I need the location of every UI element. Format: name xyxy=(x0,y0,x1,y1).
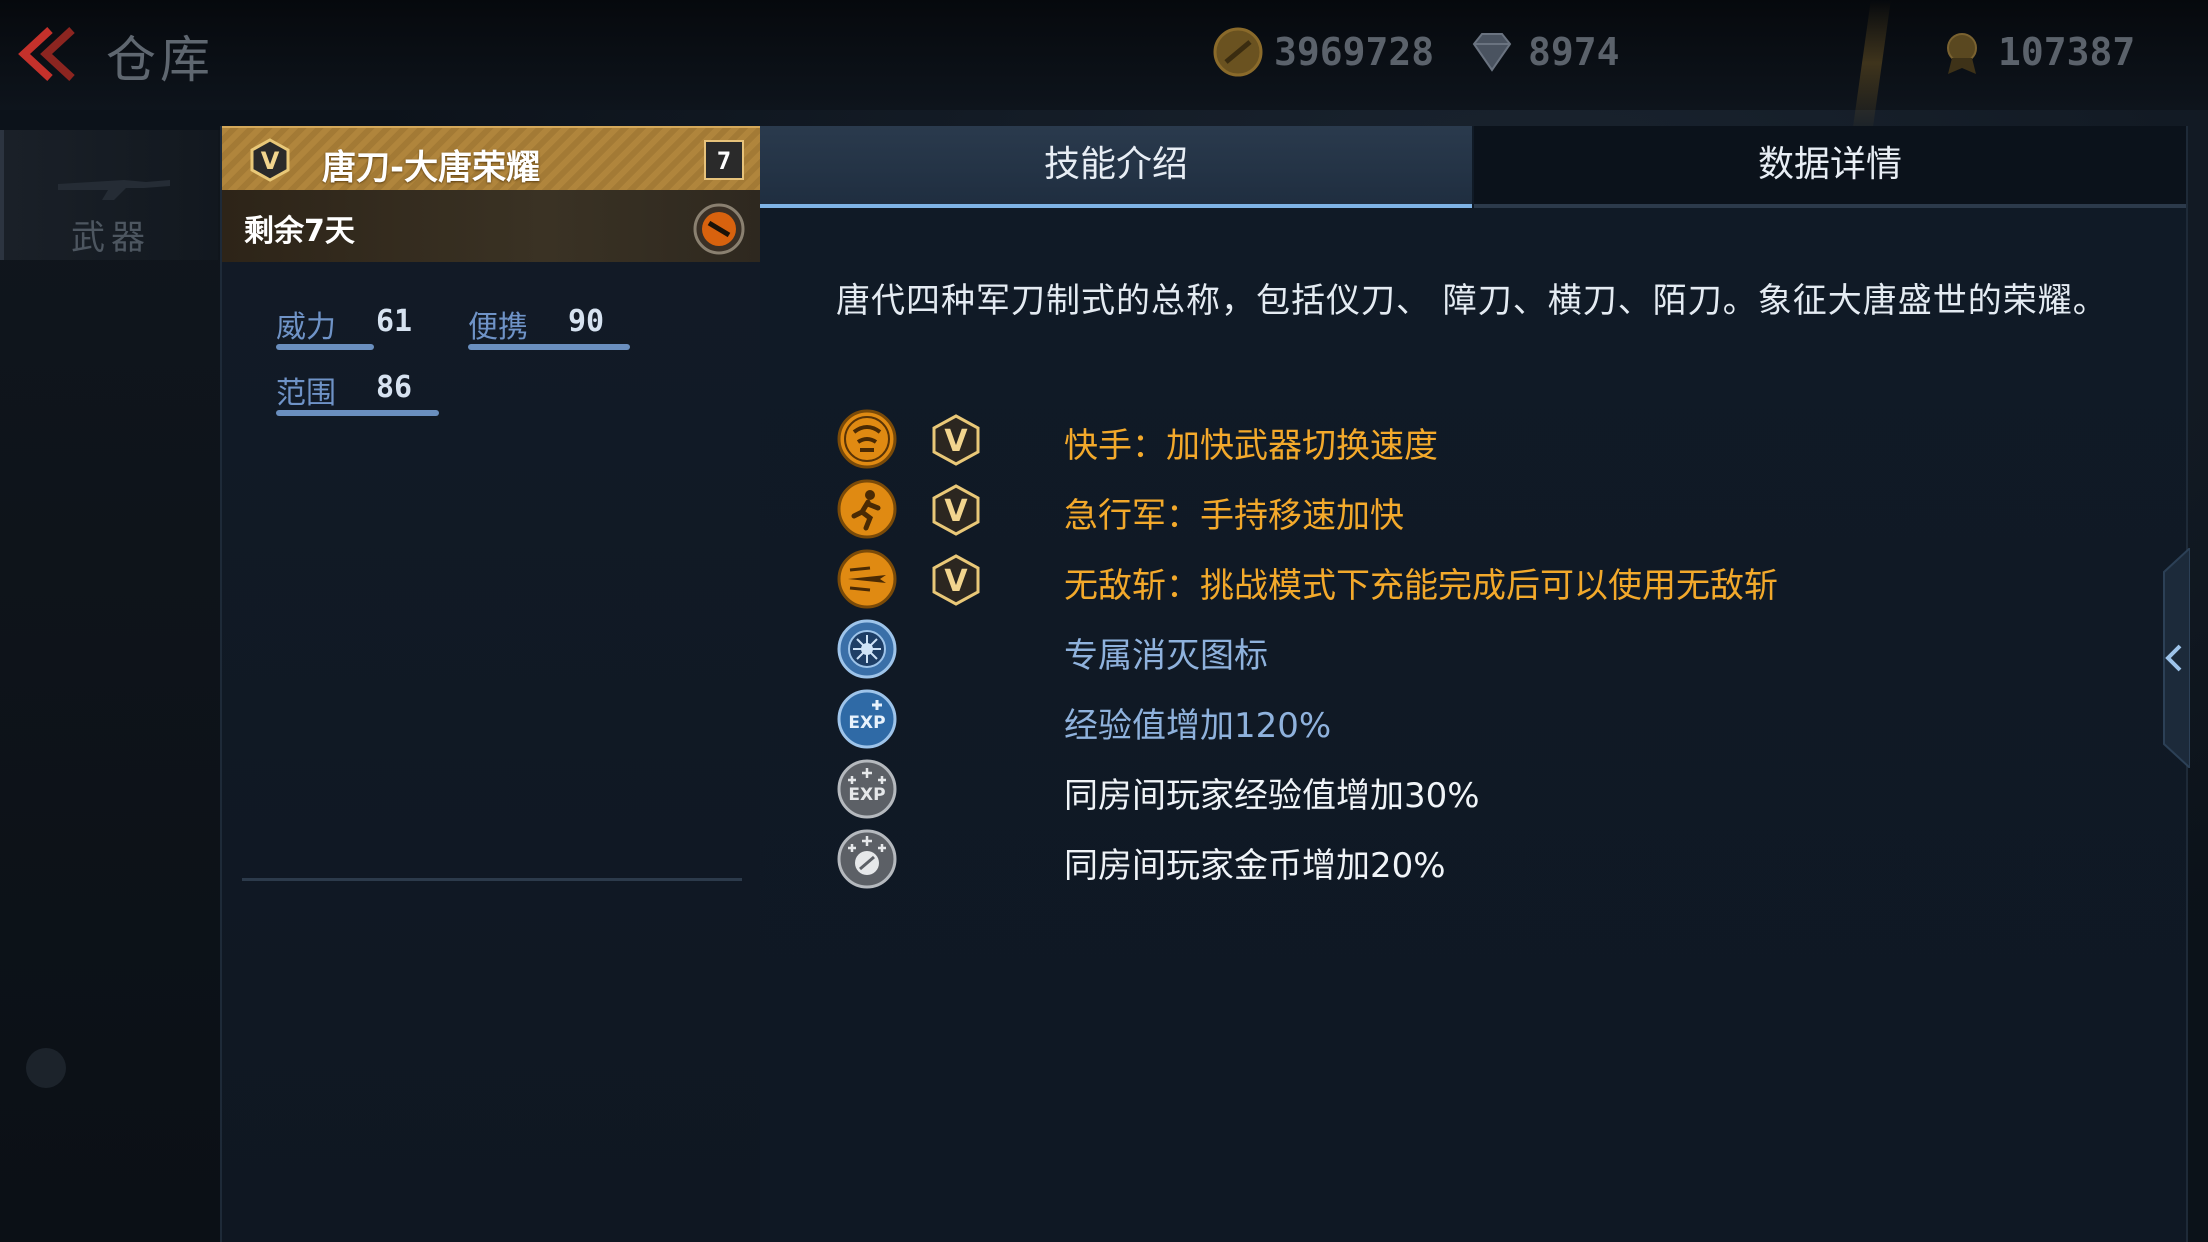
medal-balance: 107387 xyxy=(1936,26,2135,78)
weapon-detail-panel: V 唐刀-大唐荣耀 7 剩余7天 威力 61 便携 90 范围 86 xyxy=(220,126,764,1242)
svg-text:V: V xyxy=(944,564,968,599)
stat-label: 威力 xyxy=(276,310,336,345)
sidebar-item-label: 武器 xyxy=(71,218,151,258)
svg-text:EXP: EXP xyxy=(848,785,885,805)
medal-amount: 107387 xyxy=(1998,30,2136,74)
top-bar: 仓库 3969728 8974 107387 xyxy=(0,0,2208,126)
diamond-balance: 8974 xyxy=(1466,26,1620,78)
stat-portability: 便携 90 xyxy=(468,302,648,352)
tab-data-details[interactable]: 数据详情 xyxy=(1474,126,2186,208)
remaining-days: 剩余7天 xyxy=(244,214,355,249)
stat-value: 90 xyxy=(568,304,605,339)
vip-badge-icon: V xyxy=(932,414,980,466)
stat-label: 便携 xyxy=(468,310,528,345)
weapon-level-badge: 7 xyxy=(704,140,744,180)
category-sidebar: 武器 xyxy=(0,130,220,1242)
diamond-icon xyxy=(1472,33,1512,72)
skill-text: 急行军：手持移速加快 xyxy=(1064,496,1404,536)
skill-text: 同房间玩家金币增加20% xyxy=(1064,846,1446,886)
page-title: 仓库 xyxy=(106,31,214,89)
diamond-amount: 8974 xyxy=(1528,30,1620,74)
svg-text:EXP: EXP xyxy=(848,713,885,733)
svg-text:V: V xyxy=(944,494,968,529)
skill-text: 专属消灭图标 xyxy=(1064,636,1268,676)
divider xyxy=(242,878,742,881)
collapse-panel-handle[interactable] xyxy=(2150,548,2190,768)
stat-power: 威力 61 xyxy=(276,302,436,352)
expiry-bar: 剩余7天 xyxy=(222,190,762,262)
skill-text: 无敌斩：挑战模式下充能完成后可以使用无敌斩 xyxy=(1064,566,1778,606)
rifle-icon xyxy=(58,180,170,200)
info-panel: 技能介绍 数据详情 唐代四种军刀制式的总称，包括仪刀、 障刀、横刀、陌刀。象征大… xyxy=(760,126,2188,1242)
skill-row: 专属消灭图标 xyxy=(836,618,2036,680)
skill-row: V 快手：加快武器切换速度 xyxy=(836,408,2036,470)
stat-range: 范围 86 xyxy=(276,368,466,418)
vip-badge-icon: V xyxy=(250,138,290,182)
stat-bar xyxy=(276,344,374,350)
coin-icon xyxy=(1213,27,1263,77)
stat-bar xyxy=(468,344,630,350)
weapon-description: 唐代四种军刀制式的总称，包括仪刀、 障刀、横刀、陌刀。象征大唐盛世的荣耀。 xyxy=(836,281,2108,321)
skill-text: 快手：加快武器切换速度 xyxy=(1064,426,1438,466)
skill-row: EXP 同房间玩家经验值增加30% xyxy=(836,758,2036,820)
blade-slash-icon xyxy=(837,549,897,609)
skill-text: 经验值增加120% xyxy=(1064,706,1332,746)
skill-row: V 无敌斩：挑战模式下充能完成后可以使用无敌斩 xyxy=(836,548,2036,610)
skill-row: EXP 经验值增加120% xyxy=(836,688,2036,750)
vip-badge-icon: V xyxy=(932,554,980,606)
stat-value: 61 xyxy=(376,304,413,339)
decorative-streak xyxy=(1853,0,1891,126)
medal-icon xyxy=(1947,33,1977,74)
svg-text:V: V xyxy=(944,424,968,459)
stat-label: 范围 xyxy=(276,376,336,411)
coin-balance: 3969728 xyxy=(1212,26,1434,78)
renew-icon[interactable] xyxy=(692,202,746,256)
elimination-badge-icon xyxy=(837,619,897,679)
vip-badge-icon: V xyxy=(932,484,980,536)
running-man-icon xyxy=(837,479,897,539)
stat-bar xyxy=(276,410,439,416)
tab-skills[interactable]: 技能介绍 xyxy=(760,126,1472,208)
svg-text:V: V xyxy=(261,147,280,175)
weapon-name: 唐刀-大唐荣耀 xyxy=(322,148,541,188)
team-coin-icon xyxy=(837,829,897,889)
sidebar-item-weapons[interactable]: 武器 xyxy=(0,130,218,260)
quick-hand-icon xyxy=(837,409,897,469)
coin-amount: 3969728 xyxy=(1274,30,1435,74)
back-chevron-icon[interactable] xyxy=(10,24,80,84)
team-exp-icon: EXP xyxy=(837,759,897,819)
weapon-name-bar: V 唐刀-大唐荣耀 7 xyxy=(222,126,762,192)
skill-row: 同房间玩家金币增加20% xyxy=(836,828,2036,890)
skill-text: 同房间玩家经验值增加30% xyxy=(1064,776,1480,816)
exp-boost-icon: EXP xyxy=(837,689,897,749)
chat-bubble-icon[interactable] xyxy=(26,1048,66,1088)
skill-row: V 急行军：手持移速加快 xyxy=(836,478,2036,540)
stat-value: 86 xyxy=(376,370,413,405)
